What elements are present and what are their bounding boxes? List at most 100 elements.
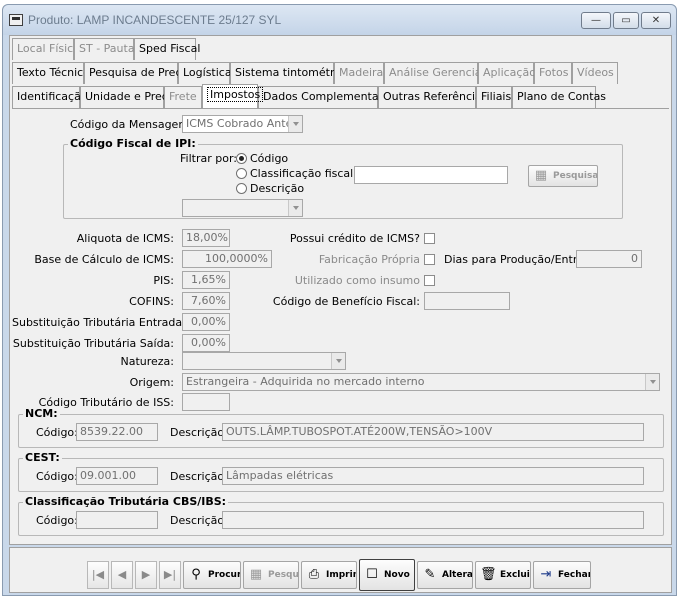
radio-descricao-label: Descrição xyxy=(250,182,305,195)
filtrar-label: Filtrar por: xyxy=(180,152,237,165)
ipi-pesquisa-button[interactable]: ▦ Pesquisa xyxy=(528,165,598,187)
fabricacao-label: Fabricação Própria xyxy=(318,253,420,266)
binoculars-icon: ⚲ xyxy=(191,567,201,582)
ncm-codigo-label: Código: xyxy=(36,426,78,439)
tab-sistema-tintometrico[interactable]: Sistema tintométrico xyxy=(230,62,350,84)
ncm-descricao-field[interactable]: OUTS.LÂMP.TUBOSPOT.ATÉ200W,TENSÃO>100V xyxy=(222,423,644,441)
tab-logistica[interactable]: Logística xyxy=(178,62,232,84)
procurar-button[interactable]: ⚲ Procurar xyxy=(183,561,241,589)
pis-field[interactable]: 1,65% xyxy=(182,271,230,289)
codigo-mensagem-select[interactable]: ICMS Cobrado Anterior xyxy=(182,115,303,133)
tab-plano-contas[interactable]: Plano de Contas xyxy=(512,86,606,108)
origem-label: Origem: xyxy=(129,376,174,389)
cofins-label: COFINS: xyxy=(129,295,174,308)
iss-field[interactable] xyxy=(182,393,230,411)
tab-aplicacao[interactable]: Aplicação xyxy=(478,62,536,84)
chevron-down-icon xyxy=(288,200,302,216)
window-title: Produto: LAMP INCANDESCENTE 25/127 SYL xyxy=(28,13,282,27)
minimize-button[interactable]: — xyxy=(581,12,611,29)
tab-pesquisa-preco[interactable]: Pesquisa de Preço xyxy=(84,62,188,84)
edit-icon: ✎ xyxy=(424,567,436,582)
tab-texto-tecnico[interactable]: Texto Técnico xyxy=(12,62,90,84)
radio-classificacao-label: Classificação fiscal xyxy=(250,167,354,180)
aliquota-icms-label: Aliquota de ICMS: xyxy=(76,232,174,245)
alterar-button[interactable]: ✎ Alterar xyxy=(417,561,473,589)
cbs-group-title: Classificação Tributária CBS/IBS: xyxy=(23,495,229,508)
credito-icms-checkbox[interactable] xyxy=(424,233,435,244)
ncm-descricao-label: Descrição: xyxy=(170,426,228,439)
imprimir-button[interactable]: ⎙ Imprimir xyxy=(301,561,357,589)
beneficio-fiscal-label: Código de Benefício Fiscal: xyxy=(272,295,420,308)
next-record-button[interactable]: ▶ xyxy=(135,561,157,589)
tab-divider xyxy=(12,108,669,109)
tab-local-fisico[interactable]: Local Físico xyxy=(12,38,80,60)
tab-unidade-preco[interactable]: Unidade e Preço xyxy=(80,86,175,108)
close-window-button[interactable]: ✕ xyxy=(641,12,671,29)
cbs-codigo-field[interactable] xyxy=(76,511,158,529)
ncm-group-title: NCM: xyxy=(23,407,60,420)
cest-codigo-label: Código: xyxy=(36,470,78,483)
st-entrada-label: Substituição Tributária Entrada: xyxy=(12,316,186,329)
fabricacao-checkbox[interactable] xyxy=(424,254,435,265)
client-area: Local Físico ST - Pauta Sped Fiscal Text… xyxy=(9,35,672,545)
tab-sped-fiscal[interactable]: Sped Fiscal xyxy=(134,38,200,60)
fechar-button[interactable]: ⇥ Fechar xyxy=(533,561,591,589)
tab-dados-complementares[interactable]: Dados Complementares xyxy=(258,86,395,108)
radio-classificacao[interactable] xyxy=(236,168,247,179)
beneficio-fiscal-field[interactable] xyxy=(424,292,510,310)
chevron-down-icon xyxy=(331,353,345,369)
grid-icon: ▦ xyxy=(534,168,548,183)
tab-st-pauta[interactable]: ST - Pauta xyxy=(74,38,135,60)
main-window: Produto: LAMP INCANDESCENTE 25/127 SYL —… xyxy=(2,4,677,596)
st-saida-label: Substituição Tributária Saída: xyxy=(12,337,174,350)
tab-videos[interactable]: Vídeos xyxy=(572,62,618,84)
radio-codigo[interactable] xyxy=(236,153,247,164)
radio-codigo-label: Código xyxy=(250,152,289,165)
trash-icon: 🗑 xyxy=(480,567,497,582)
tab-frete[interactable]: Frete xyxy=(164,86,202,108)
prev-record-button[interactable]: ◀ xyxy=(111,561,133,589)
tab-madeira[interactable]: Madeira xyxy=(334,62,384,84)
cest-codigo-field[interactable]: 09.001.00 xyxy=(76,467,158,485)
excluir-button[interactable]: 🗑 Excluir xyxy=(475,561,531,589)
last-record-button[interactable]: ▶| xyxy=(159,561,181,589)
cofins-field[interactable]: 7,60% xyxy=(182,292,230,310)
radio-descricao[interactable] xyxy=(236,183,247,194)
exit-door-icon: ⇥ xyxy=(540,567,552,582)
natureza-select[interactable] xyxy=(182,352,346,370)
ipi-search-input[interactable] xyxy=(354,166,508,184)
cbs-descricao-field[interactable] xyxy=(222,511,644,529)
ipi-result-select[interactable] xyxy=(182,199,303,217)
tab-impostos[interactable]: Impostos xyxy=(202,84,264,108)
novo-button[interactable]: ☐ Novo xyxy=(359,559,415,591)
pesquisa-button[interactable]: ▦ Pesquisa xyxy=(243,561,299,589)
tab-fotos[interactable]: Fotos xyxy=(534,62,572,84)
cbs-codigo-label: Código: xyxy=(36,514,78,527)
cest-group-title: CEST: xyxy=(23,451,62,464)
tab-filiais[interactable]: Filiais xyxy=(476,86,512,108)
st-entrada-field[interactable]: 0,00% xyxy=(182,313,230,331)
tab-analise-gerencial[interactable]: Análise Gerencial xyxy=(384,62,485,84)
natureza-label: Natureza: xyxy=(120,355,174,368)
maximize-button[interactable]: ▭ xyxy=(613,12,639,29)
codigo-mensagem-label: Código da Mensagem: xyxy=(70,118,193,131)
grid-icon: ▦ xyxy=(249,567,263,582)
insumo-checkbox[interactable] xyxy=(424,275,435,286)
tab-outras-referencias[interactable]: Outras Referências xyxy=(378,86,488,108)
ncm-codigo-field[interactable]: 8539.22.00 xyxy=(76,423,158,441)
origem-select[interactable]: Estrangeira - Adquirida no mercado inter… xyxy=(182,373,660,391)
printer-icon: ⎙ xyxy=(308,567,320,582)
first-record-button[interactable]: |◀ xyxy=(87,561,109,589)
cest-descricao-field[interactable]: Lâmpadas elétricas xyxy=(222,467,644,485)
base-calculo-field[interactable]: 100,0000% xyxy=(182,250,272,268)
aliquota-icms-field[interactable]: 18,00% xyxy=(182,229,230,247)
tab-identificacao[interactable]: Identificação xyxy=(12,86,88,108)
app-icon xyxy=(9,14,23,26)
st-saida-field[interactable]: 0,00% xyxy=(182,334,230,352)
new-icon: ☐ xyxy=(366,567,378,582)
cbs-descricao-label: Descrição: xyxy=(170,514,228,527)
title-bar: Produto: LAMP INCANDESCENTE 25/127 SYL —… xyxy=(3,5,676,35)
dias-producao-field[interactable]: 0 xyxy=(576,250,642,268)
insumo-label: Utilizado como insumo xyxy=(294,274,420,287)
cest-descricao-label: Descrição: xyxy=(170,470,228,483)
